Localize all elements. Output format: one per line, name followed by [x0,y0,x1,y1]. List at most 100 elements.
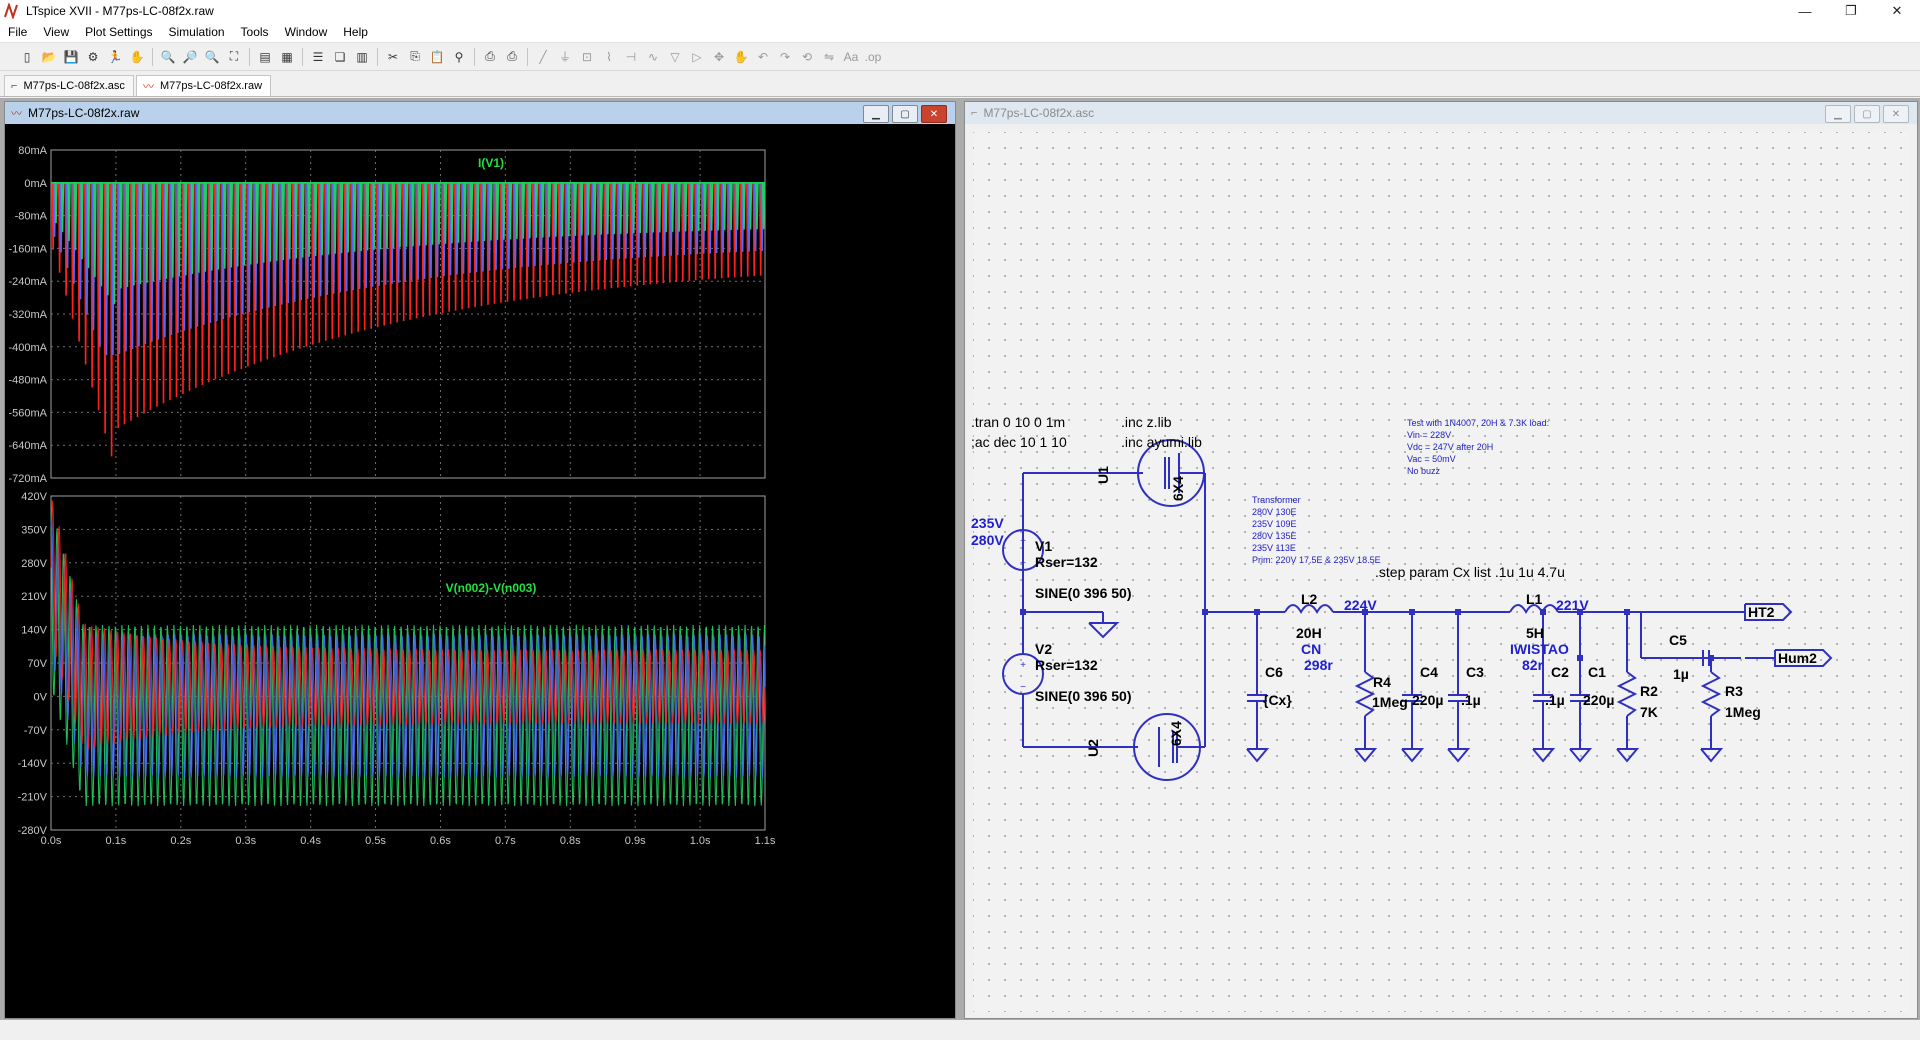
child-maximize-button[interactable]: ▢ [1854,105,1880,123]
transformer-note-line[interactable]: Prim: 220V 17.5E & 235V 18.5E [1252,555,1381,565]
transformer-note-line[interactable]: 235V 113E [1252,543,1296,553]
c2-value[interactable]: .1µ [1545,692,1565,708]
tab-schematic[interactable]: ⌐ M77ps-LC-08f2x.asc [4,75,134,96]
v1-rser[interactable]: Rser=132 [1035,554,1098,570]
tab-waveform[interactable]: 〰 M77ps-LC-08f2x.raw [135,75,272,96]
wire-icon[interactable]: ╱ [532,46,554,68]
l1-name[interactable]: IWISTAO [1510,641,1569,657]
c1-label[interactable]: C1 [1588,664,1606,680]
run-icon[interactable]: 🏃 [104,46,126,68]
undo-icon[interactable]: ↶ [752,46,774,68]
l1-value[interactable]: 5H [1526,625,1544,641]
grid-icon[interactable]: ▦ [276,46,298,68]
u1-value[interactable]: 6X4 [1170,476,1186,501]
r4-label[interactable]: R4 [1373,674,1391,690]
u1-label[interactable]: U1 [1095,466,1111,484]
open-icon[interactable]: 📂 [38,46,60,68]
v1-value[interactable]: SINE(0 396 50) [1035,585,1132,601]
menu-view[interactable]: View [35,25,77,39]
control-panel-icon[interactable]: ⚙ [82,46,104,68]
child-close-button[interactable]: ✕ [921,105,947,123]
l2-label[interactable]: L2 [1301,591,1318,607]
cascade-icon[interactable]: ❏ [329,46,351,68]
drag-icon[interactable]: ✋ [730,46,752,68]
mirror-icon[interactable]: ⇋ [818,46,840,68]
l1-dcr[interactable]: 82r [1522,657,1544,673]
child-minimize-button[interactable]: ▁ [863,105,889,123]
move-icon[interactable]: ✥ [708,46,730,68]
close-icon[interactable]: ✕ [1874,0,1920,22]
redo-icon[interactable]: ↷ [774,46,796,68]
c4-label[interactable]: C4 [1420,664,1438,680]
waveform-plot[interactable]: 80mA 0mA -80mA -160mA -240mA -320mA -400mA -480… [5,124,955,1018]
test-note-line[interactable]: Vin = 228V [1407,430,1451,440]
resistor-icon[interactable]: ⌇ [598,46,620,68]
l2-name[interactable]: CN [1301,641,1321,657]
net-label-221v[interactable]: 221V [1556,597,1589,613]
test-note-line[interactable]: Vac = 50mV [1407,454,1456,464]
test-note-line[interactable]: Test with 1N4007, 20H & 7.3K load: [1407,418,1549,428]
transformer-note-line[interactable]: 235V 109E [1252,519,1297,529]
child-maximize-button[interactable]: ▢ [892,105,918,123]
zoom-fit-icon[interactable]: ⛶ [223,46,245,68]
child-minimize-button[interactable]: ▁ [1825,105,1851,123]
minimize-icon[interactable]: — [1782,0,1828,22]
l2-value[interactable]: 20H [1296,625,1322,641]
menu-window[interactable]: Window [277,25,336,39]
c6-value[interactable]: {Cx} [1263,692,1292,708]
menu-file[interactable]: File [0,25,35,39]
paste-icon[interactable]: 📋 [426,46,448,68]
net-label-280v[interactable]: 280V [971,532,1004,548]
u2-label[interactable]: U2 [1085,739,1101,757]
inc-directive-1[interactable]: .inc z.lib [1121,414,1172,430]
pane2-trace-title[interactable]: V(n002)-V(n003) [446,581,537,595]
inc-directive-2[interactable]: .inc ayumi.lib [1121,434,1202,450]
step-directive[interactable]: .step param Cx list .1u 1u 4.7u [1375,564,1565,580]
cut-icon[interactable]: ✂ [382,46,404,68]
r3-value[interactable]: 1Meg [1725,704,1761,720]
print-icon[interactable]: ⎙ [501,46,523,68]
autorange-icon[interactable]: ▤ [254,46,276,68]
v2-label[interactable]: V2 [1035,641,1052,657]
l2-dcr[interactable]: 298r [1304,657,1333,673]
spice-directive-icon[interactable]: .op [862,46,884,68]
test-note-line[interactable]: Vdc = 247V after 20H [1407,442,1493,452]
schematic-canvas[interactable]: + − + − .tran 0 10 0 1m ;ac dec 10 1 10 .i… [965,124,1917,1018]
menu-help[interactable]: Help [335,25,376,39]
c5-label[interactable]: C5 [1669,632,1687,648]
rotate-icon[interactable]: ⟲ [796,46,818,68]
tile-horizontal-icon[interactable]: ☰ [307,46,329,68]
c3-label[interactable]: C3 [1466,664,1484,680]
menu-simulation[interactable]: Simulation [161,25,233,39]
v2-rser[interactable]: Rser=132 [1035,657,1098,673]
inductor-icon[interactable]: ∿ [642,46,664,68]
transformer-note-line[interactable]: Transformer [1252,495,1301,505]
l1-label[interactable]: L1 [1526,591,1543,607]
c4-value[interactable]: 220µ [1412,692,1443,708]
net-label-235v[interactable]: 235V [971,515,1004,531]
copy-icon[interactable]: ⎘ [404,46,426,68]
menu-tools[interactable]: Tools [233,25,277,39]
find-icon[interactable]: ⚲ [448,46,470,68]
c3-value[interactable]: .1µ [1461,692,1481,708]
child-close-button[interactable]: ✕ [1883,105,1909,123]
print-setup-icon[interactable]: ⎙ [479,46,501,68]
component-icon[interactable]: ▷ [686,46,708,68]
r3-label[interactable]: R3 [1725,683,1743,699]
v2-value[interactable]: SINE(0 396 50) [1035,688,1132,704]
r4-value[interactable]: 1Meg [1372,694,1408,710]
u2-value[interactable]: 6X4 [1168,721,1184,746]
c6-label[interactable]: C6 [1265,664,1283,680]
ht2-port-label[interactable]: HT2 [1748,604,1775,620]
c5-value[interactable]: 1µ [1673,666,1689,682]
diode-icon[interactable]: ▽ [664,46,686,68]
tile-vertical-icon[interactable]: ▥ [351,46,373,68]
zoom-in-icon[interactable]: 🔍 [157,46,179,68]
new-schematic-icon[interactable]: ▯ [16,46,38,68]
save-icon[interactable]: 💾 [60,46,82,68]
hum2-port-label[interactable]: Hum2 [1778,650,1817,666]
c1-value[interactable]: 220µ [1583,692,1614,708]
menu-plot-settings[interactable]: Plot Settings [77,25,160,39]
restore-icon[interactable]: ❐ [1828,0,1874,22]
text-icon[interactable]: Aa [840,46,862,68]
